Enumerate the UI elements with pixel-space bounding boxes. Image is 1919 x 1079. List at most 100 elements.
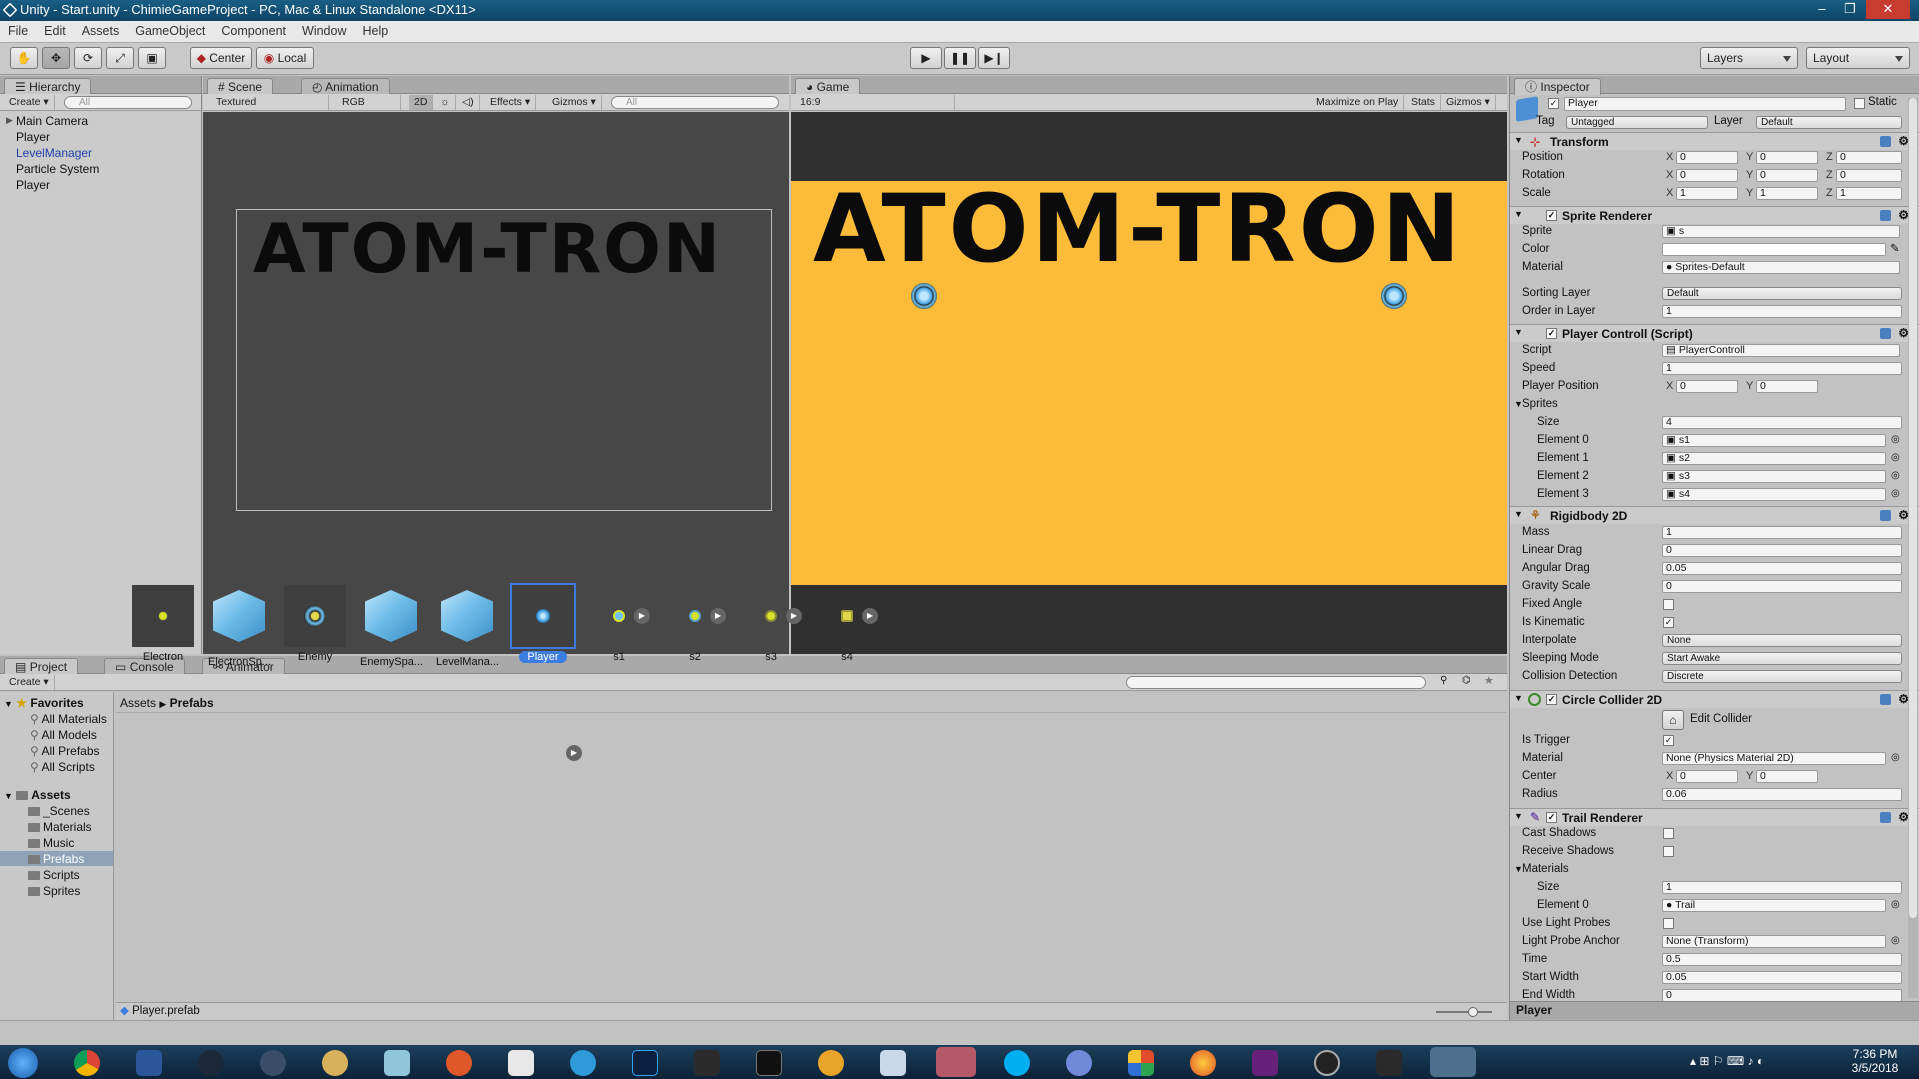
object-picker-icon[interactable]: ◎ bbox=[1891, 434, 1900, 445]
collapse-arrow-icon[interactable]: ▼ bbox=[1514, 135, 1523, 145]
fixed-angle-checkbox[interactable] bbox=[1663, 599, 1674, 610]
game-viewport[interactable]: ATOM-TRON bbox=[791, 112, 1507, 654]
asset-item[interactable]: Electron bbox=[132, 585, 194, 663]
tag-dropdown[interactable]: Untagged bbox=[1566, 116, 1708, 129]
help-icon[interactable] bbox=[1880, 136, 1891, 147]
receive-shadows-checkbox[interactable] bbox=[1663, 846, 1674, 857]
player-position-x-field[interactable]: 0 bbox=[1676, 380, 1738, 393]
enabled-checkbox[interactable]: ✓ bbox=[1546, 812, 1557, 823]
favorite-star-icon[interactable]: ★ bbox=[1484, 674, 1494, 687]
materials-size-field[interactable]: 1 bbox=[1662, 881, 1902, 894]
order-field[interactable]: 1 bbox=[1662, 305, 1902, 318]
element-field[interactable]: ▣ s3 bbox=[1662, 470, 1886, 483]
eyedropper-icon[interactable]: ✎ bbox=[1890, 241, 1900, 255]
tab-animation[interactable]: ◴ Animation bbox=[301, 78, 390, 95]
enabled-checkbox[interactable]: ✓ bbox=[1546, 328, 1557, 339]
folder-item[interactable]: Materials bbox=[28, 820, 92, 834]
asset-item-selected[interactable]: Player bbox=[510, 583, 576, 663]
inspector-scrollbar[interactable] bbox=[1908, 98, 1918, 998]
layers-dropdown[interactable]: Layers bbox=[1700, 47, 1798, 69]
object-picker-icon[interactable]: ◎ bbox=[1891, 470, 1900, 481]
film-icon[interactable] bbox=[694, 1050, 720, 1076]
static-checkbox[interactable] bbox=[1854, 98, 1865, 109]
terminal-icon[interactable] bbox=[756, 1050, 782, 1076]
word-icon[interactable] bbox=[136, 1050, 162, 1076]
help-icon[interactable] bbox=[1880, 694, 1891, 705]
project-search-input[interactable] bbox=[1126, 676, 1426, 689]
favorites-item[interactable]: ⚲ All Materials bbox=[30, 712, 107, 726]
tab-scene[interactable]: # Scene bbox=[207, 78, 274, 95]
collapse-arrow-icon[interactable]: ▼ bbox=[1514, 693, 1523, 703]
angular-drag-field[interactable]: 0.05 bbox=[1662, 562, 1902, 575]
scale-x-field[interactable]: 1 bbox=[1676, 187, 1738, 200]
collapse-arrow-icon[interactable]: ▼ bbox=[1514, 209, 1523, 219]
app-icon[interactable] bbox=[260, 1050, 286, 1076]
inspector-preview-bar[interactable]: Player bbox=[1510, 1001, 1919, 1020]
object-picker-icon[interactable]: ◎ bbox=[1891, 935, 1900, 946]
menu-help[interactable]: Help bbox=[354, 21, 396, 42]
tab-project[interactable]: ▤ Project bbox=[4, 658, 79, 675]
help-icon[interactable] bbox=[1880, 210, 1891, 221]
asset-item[interactable]: ▶ s2 bbox=[664, 585, 726, 663]
collision-dropdown[interactable]: Discrete bbox=[1662, 670, 1902, 683]
scale-y-field[interactable]: 1 bbox=[1756, 187, 1818, 200]
sublime-icon[interactable] bbox=[1376, 1050, 1402, 1076]
scale-tool-button[interactable]: ⤢ bbox=[106, 47, 134, 69]
layer-dropdown[interactable]: Default bbox=[1756, 116, 1902, 129]
expand-play-icon[interactable]: ▶ bbox=[566, 745, 582, 761]
discord-icon[interactable] bbox=[1066, 1050, 1092, 1076]
expand-arrow-icon[interactable]: ▶ bbox=[6, 115, 13, 126]
sprites-row[interactable]: ▼ Sprites bbox=[1510, 398, 1919, 413]
interpolate-dropdown[interactable]: None bbox=[1662, 634, 1902, 647]
asset-item[interactable]: EnemySpa... bbox=[360, 585, 423, 668]
menu-gameobject[interactable]: GameObject bbox=[127, 21, 213, 42]
unity-taskbar-icon[interactable] bbox=[1430, 1047, 1476, 1077]
material-field[interactable]: ● Sprites-Default bbox=[1662, 261, 1900, 274]
audio-toggle[interactable]: ◁) bbox=[457, 95, 480, 110]
light-probes-checkbox[interactable] bbox=[1663, 918, 1674, 929]
paint-icon[interactable] bbox=[322, 1050, 348, 1076]
asset-item[interactable]: LevelMana... bbox=[436, 585, 499, 668]
obs-icon[interactable] bbox=[570, 1050, 596, 1076]
pivot-center-button[interactable]: ◆ Center bbox=[190, 47, 252, 69]
sprites-size-field[interactable]: 4 bbox=[1662, 416, 1902, 429]
script-field[interactable]: ▤ PlayerControll bbox=[1662, 344, 1900, 357]
shading-mode-dropdown[interactable]: Textured bbox=[211, 95, 329, 110]
rotate-tool-button[interactable]: ⟳ bbox=[74, 47, 102, 69]
clock[interactable]: 7:36 PM 3/5/2018 bbox=[1840, 1047, 1910, 1075]
help-icon[interactable] bbox=[1880, 328, 1891, 339]
gravity-field[interactable]: 0 bbox=[1662, 580, 1902, 593]
game-icon[interactable] bbox=[818, 1050, 844, 1076]
element-field[interactable]: ▣ s4 bbox=[1662, 488, 1886, 501]
kinematic-checkbox[interactable]: ✓ bbox=[1663, 617, 1674, 628]
materials-row[interactable]: ▼ Materials bbox=[1510, 863, 1919, 878]
aspect-dropdown[interactable]: 16:9 bbox=[795, 95, 955, 110]
trigger-checkbox[interactable]: ✓ bbox=[1663, 735, 1674, 746]
linear-drag-field[interactable]: 0 bbox=[1662, 544, 1902, 557]
speed-field[interactable]: 1 bbox=[1662, 362, 1902, 375]
transform-header[interactable]: ▼ ⊹ Transform ⚙ bbox=[1510, 132, 1919, 150]
favorites-item[interactable]: ⚲ All Scripts bbox=[30, 760, 95, 774]
trail-renderer-header[interactable]: ▼ ✎ ✓ Trail Renderer ⚙ bbox=[1510, 808, 1919, 826]
anchor-field[interactable]: None (Transform) bbox=[1662, 935, 1886, 948]
cast-shadows-checkbox[interactable] bbox=[1663, 828, 1674, 839]
hierarchy-item[interactable]: Player bbox=[16, 178, 50, 192]
object-picker-icon[interactable]: ◎ bbox=[1891, 899, 1900, 910]
tab-hierarchy[interactable]: ☰ Hierarchy bbox=[4, 78, 92, 95]
help-icon[interactable] bbox=[1880, 510, 1891, 521]
start-button[interactable] bbox=[8, 1048, 38, 1078]
asset-item[interactable]: Enemy bbox=[284, 585, 346, 663]
pause-button[interactable]: ❚❚ bbox=[944, 47, 976, 69]
collapse-arrow-icon[interactable]: ▼ bbox=[1514, 327, 1523, 337]
rect-tool-button[interactable]: ▣ bbox=[138, 47, 166, 69]
menu-window[interactable]: Window bbox=[294, 21, 354, 42]
player-position-y-field[interactable]: 0 bbox=[1756, 380, 1818, 393]
rotation-z-field[interactable]: 0 bbox=[1836, 169, 1902, 182]
gizmos-toggle[interactable]: Gizmos ▾ bbox=[1441, 95, 1496, 110]
calculator-icon[interactable] bbox=[880, 1050, 906, 1076]
asset-item[interactable]: ▶ s3 bbox=[740, 585, 802, 663]
scrollbar-thumb[interactable] bbox=[1909, 98, 1917, 918]
tiles-icon[interactable] bbox=[1128, 1050, 1154, 1076]
create-dropdown[interactable]: Create ▾ bbox=[4, 95, 55, 110]
gizmos-dropdown[interactable]: Gizmos ▾ bbox=[547, 95, 602, 110]
